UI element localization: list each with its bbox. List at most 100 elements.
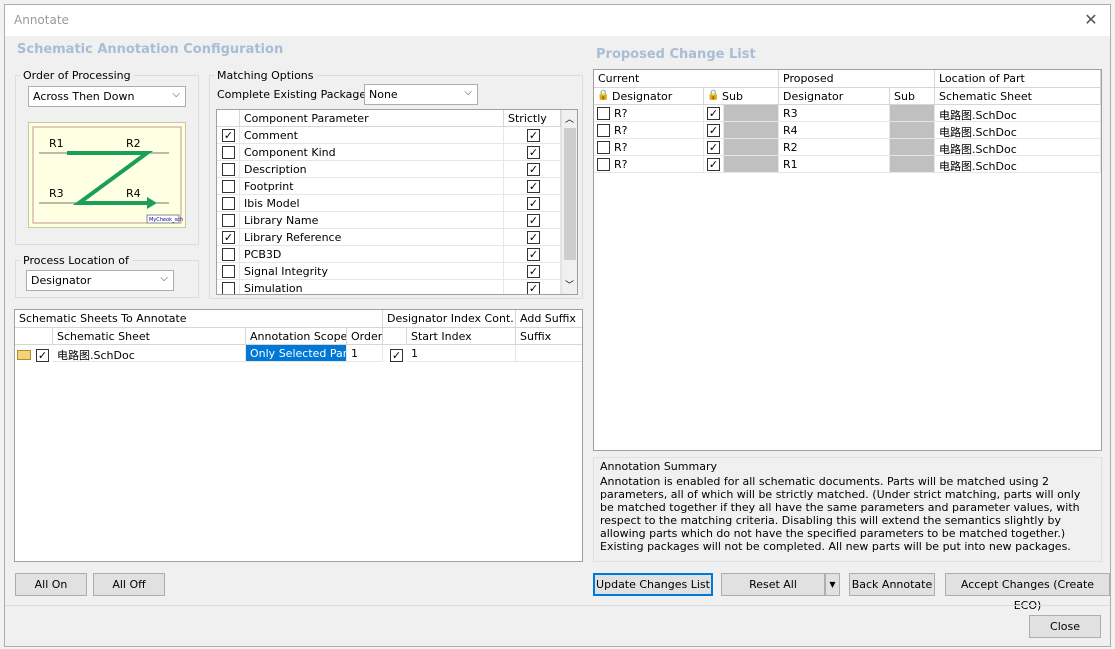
sheets-grid: Schematic Sheets To Annotate Designator … (14, 309, 583, 562)
col-proposed-designator[interactable]: Designator (779, 88, 890, 105)
right-section-title: Proposed Change List (596, 47, 756, 62)
chevron-down-icon: ⌵ (172, 89, 180, 100)
sheet-row-suffix[interactable] (516, 345, 582, 362)
current-sub-cell (724, 122, 779, 139)
diagram-label-r2: R2 (126, 137, 141, 150)
diagram-label-r3: R3 (49, 187, 64, 200)
param-strict-checkbox[interactable]: ✓ (527, 129, 540, 142)
params-header-strictly[interactable]: Strictly (504, 110, 561, 127)
param-label: Comment (240, 127, 504, 144)
sheets-header-add-suffix: Add Suffix (516, 310, 582, 328)
footer-divider (5, 605, 1110, 606)
sheets-col-scope[interactable]: Annotation Scope (246, 328, 347, 345)
process-group-label: Process Location of (20, 254, 132, 267)
back-annotate-button[interactable]: Back Annotate (849, 573, 935, 596)
current-designator: R? (594, 156, 704, 173)
process-combo[interactable]: Designator ⌵ (26, 270, 174, 291)
close-icon[interactable]: ✕ (1080, 9, 1102, 31)
title-bar: Annotate ✕ (5, 5, 1110, 36)
proposed-sub-cell (890, 139, 935, 156)
complete-packages-label: Complete Existing Packages (217, 88, 372, 101)
lock-icon[interactable]: 🔒 (597, 90, 609, 101)
scroll-thumb[interactable] (564, 128, 576, 260)
param-strict-checkbox[interactable]: ✓ (527, 265, 540, 278)
param-checkbox[interactable] (222, 214, 235, 227)
sheet-row-checkbox[interactable]: ✓ (36, 349, 49, 362)
col-proposed-sub[interactable]: Sub (890, 88, 935, 105)
param-checkbox[interactable] (222, 180, 235, 193)
param-label: Library Name (240, 212, 504, 229)
accept-changes-button[interactable]: Accept Changes (Create ECO) (945, 573, 1110, 612)
order-group-label: Order of Processing (20, 69, 134, 82)
params-scrollbar[interactable]: ︿ ﹀ (561, 110, 577, 294)
current-sub-cell (724, 105, 779, 122)
param-checkbox[interactable] (222, 197, 235, 210)
left-section-title: Schematic Annotation Configuration (17, 42, 284, 57)
group-header-location: Location of Part (935, 70, 1101, 88)
param-checkbox[interactable]: ✓ (222, 129, 235, 142)
update-changes-button[interactable]: Update Changes List (593, 573, 713, 596)
params-header-parameter[interactable]: Component Parameter (240, 110, 504, 127)
proposed-designator: R4 (779, 122, 890, 139)
order-combo[interactable]: Across Then Down ⌵ (28, 86, 186, 107)
close-button[interactable]: Close (1029, 615, 1101, 638)
reset-dropdown-button[interactable]: ▼ (825, 573, 840, 596)
sheet-row-start-index[interactable]: 1 (407, 345, 516, 362)
reset-all-button[interactable]: Reset All (721, 573, 825, 596)
param-label: Signal Integrity (240, 263, 504, 280)
sheets-col-suffix[interactable]: Suffix (516, 328, 582, 345)
param-strict-checkbox[interactable]: ✓ (527, 248, 540, 261)
params-grid: Component Parameter Strictly ✓ Comment ✓… (216, 109, 578, 295)
param-strict-checkbox[interactable]: ✓ (527, 214, 540, 227)
param-label: Ibis Model (240, 195, 504, 212)
param-checkbox[interactable]: ✓ (222, 231, 235, 244)
chevron-up-icon[interactable]: ︿ (565, 112, 574, 125)
current-designator: R? (594, 122, 704, 139)
sheet-row-order[interactable]: 1 (347, 345, 383, 362)
summary-title: Annotation Summary (600, 460, 717, 473)
diagram-label-r4: R4 (126, 187, 141, 200)
param-strict-checkbox[interactable]: ✓ (527, 180, 540, 193)
param-strict-checkbox[interactable]: ✓ (527, 146, 540, 159)
diagram-label-r1: R1 (49, 137, 64, 150)
group-header-proposed: Proposed (779, 70, 935, 88)
proposed-sub-cell (890, 105, 935, 122)
sheets-col-sheet[interactable]: Schematic Sheet (53, 328, 246, 345)
current-sub-cell (724, 139, 779, 156)
param-strict-checkbox[interactable]: ✓ (527, 282, 540, 294)
sheet-row-scope[interactable]: Only Selected Parts (246, 345, 347, 362)
order-diagram: R1 R2 R3 R4 MyCheok_sch (28, 122, 186, 228)
chevron-down-icon: ⌵ (464, 87, 472, 98)
lock-icon[interactable]: 🔒 (707, 90, 719, 101)
diagram-footer: MyCheok_sch (149, 217, 183, 223)
change-list-grid: Current Proposed Location of Part Design… (593, 69, 1102, 451)
param-strict-checkbox[interactable]: ✓ (527, 197, 540, 210)
param-checkbox[interactable] (222, 146, 235, 159)
all-on-button[interactable]: All On (15, 573, 87, 596)
param-checkbox[interactable] (222, 163, 235, 176)
current-designator: R? (594, 139, 704, 156)
sheets-header-annotate: Schematic Sheets To Annotate (15, 310, 383, 328)
chevron-down-icon[interactable]: ﹀ (565, 278, 574, 291)
param-checkbox[interactable] (222, 248, 235, 261)
sheets-col-start-index[interactable]: Start Index (407, 328, 516, 345)
all-off-button[interactable]: All Off (93, 573, 165, 596)
complete-packages-combo[interactable]: None ⌵ (364, 84, 478, 105)
param-checkbox[interactable] (222, 265, 235, 278)
param-checkbox[interactable] (222, 282, 235, 294)
current-designator: R? (594, 105, 704, 122)
group-header-current: Current (594, 70, 779, 88)
col-schematic-sheet[interactable]: Schematic Sheet (935, 88, 1101, 105)
sheet-row-index-checkbox[interactable]: ✓ (390, 349, 403, 362)
proposed-designator: R2 (779, 139, 890, 156)
chevron-down-icon: ⌵ (160, 273, 168, 284)
col-current-designator[interactable]: Designator (594, 88, 704, 105)
folder-icon (17, 350, 31, 360)
param-label: Description (240, 161, 504, 178)
annotate-dialog: Annotate ✕ Schematic Annotation Configur… (4, 4, 1111, 647)
param-strict-checkbox[interactable]: ✓ (527, 163, 540, 176)
sheets-col-order[interactable]: Order (347, 328, 383, 345)
sheet-row-name: 电路图.SchDoc (53, 345, 246, 362)
param-strict-checkbox[interactable]: ✓ (527, 231, 540, 244)
order-combo-value: Across Then Down (33, 90, 135, 103)
